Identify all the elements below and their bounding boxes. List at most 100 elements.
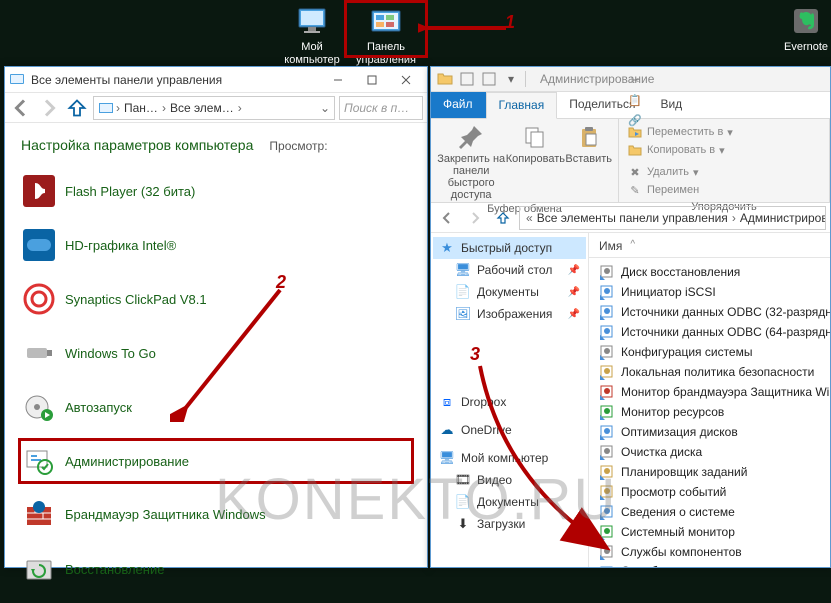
view-label: Просмотр:	[269, 139, 327, 153]
ribbon-pin-button[interactable]: Закрепить на панели быстрого доступа	[437, 123, 505, 201]
admin-tools-icon	[23, 445, 55, 477]
video-icon: 🎞	[455, 472, 471, 488]
tab-file[interactable]: Файл	[431, 92, 486, 118]
dropdown-chevron-icon[interactable]: ⌄	[320, 101, 330, 115]
tab-view[interactable]: Вид	[648, 92, 695, 118]
synaptics-icon	[23, 283, 55, 315]
downloads-icon: ⬇	[455, 516, 471, 532]
cp-item-intel-hd[interactable]: HD-графика Intel®	[21, 225, 411, 265]
documents-icon: 📄	[455, 284, 471, 300]
maximize-button[interactable]	[355, 69, 389, 91]
breadcrumb[interactable]: Все элем…	[168, 101, 236, 115]
ribbon-paste-shortcut-button[interactable]: 🔗	[625, 111, 645, 129]
documents-icon: 📄	[455, 494, 471, 510]
firewall-icon	[23, 499, 55, 531]
file-item[interactable]: Службы	[593, 562, 826, 567]
ribbon-copy-to-button[interactable]: Копировать в ▾	[625, 141, 727, 159]
ribbon-copy-button[interactable]: Копировать	[511, 123, 559, 165]
ribbon-copy-path-button[interactable]: 📋	[625, 91, 645, 109]
sort-indicator-icon: ^	[630, 239, 635, 253]
flash-icon	[23, 175, 55, 207]
pin-icon: 📌	[568, 265, 580, 276]
cp-item-firewall[interactable]: Брандмауэр Защитника Windows	[21, 495, 411, 535]
pin-icon: 📌	[568, 309, 580, 320]
tab-home[interactable]: Главная	[486, 92, 558, 119]
cpanel-small-icon	[98, 100, 114, 116]
chevron-down-icon[interactable]: ▾	[503, 71, 519, 87]
qat-item-icon[interactable]	[481, 71, 497, 87]
pin-icon	[457, 123, 485, 151]
path-icon: 📋	[627, 92, 643, 108]
nav-forward-button[interactable]	[37, 96, 61, 120]
chevron-icon: ›	[236, 101, 244, 115]
page-heading: Настройка параметров компьютера	[21, 137, 253, 153]
annotation-arrow-2	[170, 282, 290, 422]
nav-quick-access[interactable]: ★Быстрый доступ	[433, 237, 586, 259]
file-item[interactable]: Источники данных ODBC (32-разрядна…	[593, 302, 826, 322]
shortcut-icon	[599, 304, 615, 320]
scissors-icon: ✂	[627, 72, 643, 88]
nav-pictures[interactable]: 🖼Изображения📌	[433, 303, 586, 325]
pictures-icon: 🖼	[455, 306, 471, 322]
file-item[interactable]: Диск восстановления	[593, 262, 826, 282]
annotation-arrow-3	[472, 358, 632, 558]
folder-icon[interactable]	[437, 71, 453, 87]
qat-item-icon[interactable]	[459, 71, 475, 87]
nav-up-button[interactable]	[491, 206, 515, 230]
desktop-icon: 🖥	[455, 262, 471, 278]
nav-up-button[interactable]	[65, 96, 89, 120]
chevron-icon: ›	[730, 211, 738, 225]
desktop-icon-label: Evernote	[768, 41, 831, 54]
copy-to-icon	[627, 142, 643, 158]
nav-documents[interactable]: 📄Документы📌	[433, 281, 586, 303]
monitor-icon: 🖥	[439, 450, 455, 466]
ribbon-rename-button[interactable]: ✎Переимен	[625, 181, 701, 199]
autoplay-icon	[23, 391, 55, 423]
breadcrumb[interactable]: Администрирование	[738, 211, 826, 225]
chevron-icon: «	[524, 211, 535, 225]
search-input[interactable]: Поиск в п…	[339, 96, 423, 120]
shortcut-icon: 🔗	[627, 112, 643, 128]
nav-desktop[interactable]: 🖥Рабочий стол📌	[433, 259, 586, 281]
title-bar[interactable]: Все элементы панели управления	[5, 67, 427, 93]
cp-item-recovery[interactable]: Восстановление	[21, 549, 411, 589]
desktop-icon-label: Мойкомпьютер	[274, 41, 350, 67]
annotation-arrow-1	[418, 18, 508, 38]
shortcut-icon	[599, 565, 615, 568]
address-bar: « Все элементы панели управления › Админ…	[431, 203, 830, 233]
minimize-button[interactable]	[321, 69, 355, 91]
chevron-icon: ›	[114, 101, 122, 115]
evernote-icon	[790, 5, 822, 37]
address-box[interactable]: › Пан… › Все элем… › ⌄	[93, 96, 335, 120]
nav-forward-button[interactable]	[463, 206, 487, 230]
column-header-name[interactable]: Имя^	[589, 235, 830, 258]
pin-icon: 📌	[568, 287, 580, 298]
delete-icon: ✖	[627, 164, 643, 180]
recovery-icon	[23, 553, 55, 585]
desktop-icon-evernote[interactable]: Evernote	[768, 5, 831, 54]
breadcrumb[interactable]: Все элементы панели управления	[535, 211, 730, 225]
intel-icon	[23, 229, 55, 261]
chevron-icon: ›	[160, 101, 168, 115]
file-item[interactable]: Инициатор iSCSI	[593, 282, 826, 302]
breadcrumb[interactable]: Пан…	[122, 101, 160, 115]
usb-drive-icon	[23, 337, 55, 369]
nav-back-button[interactable]	[435, 206, 459, 230]
shortcut-icon	[599, 284, 615, 300]
dropbox-icon: ⧈	[439, 394, 455, 410]
star-icon: ★	[439, 240, 455, 256]
address-box[interactable]: « Все элементы панели управления › Админ…	[519, 206, 826, 230]
system-icon	[9, 72, 25, 88]
desktop-icon-my-computer[interactable]: Мойкомпьютер	[274, 5, 350, 67]
cp-item-administration[interactable]: Администрирование	[18, 438, 414, 484]
cp-item-flash-player[interactable]: Flash Player (32 бита)	[21, 171, 411, 211]
shortcut-icon	[599, 264, 615, 280]
close-button[interactable]	[389, 69, 423, 91]
ribbon-delete-button[interactable]: ✖Удалить ▾	[625, 163, 701, 181]
ribbon-paste-button[interactable]: Вставить	[565, 123, 612, 165]
ribbon-cut-button[interactable]: ✂	[625, 71, 645, 89]
onedrive-icon: ☁	[439, 422, 455, 438]
nav-back-button[interactable]	[9, 96, 33, 120]
ribbon: Закрепить на панели быстрого доступа Коп…	[431, 119, 830, 203]
file-item[interactable]: Источники данных ODBC (64-разрядна…	[593, 322, 826, 342]
